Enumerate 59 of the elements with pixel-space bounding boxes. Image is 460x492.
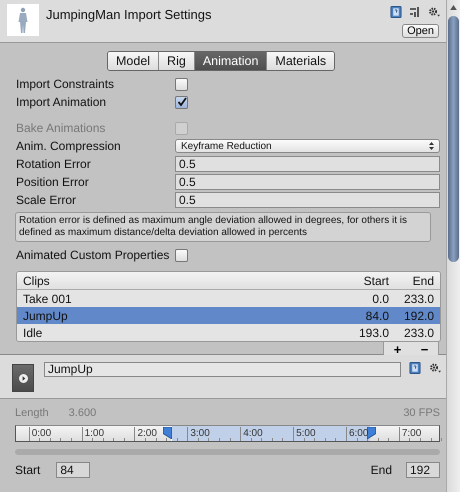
start-field[interactable]: 84 [56,462,90,478]
vertical-scrollbar[interactable] [446,0,460,492]
time-tick-label: 4:00 [240,427,263,441]
input-field[interactable]: 0.5 [175,192,440,208]
help-icon[interactable] [390,6,402,18]
checkbox[interactable] [175,78,188,90]
tab[interactable]: Model [108,52,158,70]
time-tick-label: 7:00 [398,427,422,441]
setting-label: Import Constraints [16,77,116,91]
clip-row[interactable]: JumpUp 84.0 192.0 [17,307,440,324]
tab[interactable]: Materials [266,52,334,70]
settings-icon[interactable] [429,362,441,374]
checkbox[interactable] [175,96,188,108]
input-field[interactable]: 0.5 [175,156,440,172]
compression-dropdown[interactable]: Keyframe Reduction [175,139,440,153]
setting-label: Scale Error [16,193,78,207]
updown-arrows-icon [429,142,434,150]
help-text: Rotation error is defined as maximum angle deviation allowed in degrees, for others it is defined as maximum distance/delta deviation allowed in percents [15,212,431,242]
open-button[interactable]: Open [402,24,439,38]
input-field[interactable]: 0.5 [175,174,440,190]
setting-label: Rotation Error [16,157,92,171]
tab[interactable]: Rig [158,52,194,70]
length-value: 3.600 [68,407,96,419]
end-label: End [370,463,392,477]
setting-label: Anim. Compression [16,139,122,153]
remove-button[interactable]: − [420,342,428,356]
play-icon [18,374,28,382]
character-thumbnail-icon [7,4,39,36]
sliders-icon[interactable] [409,6,421,18]
length-label: Length [15,407,49,419]
time-tick-label: 1:00 [82,427,104,441]
setting-label: Bake Animations [16,121,106,135]
help-icon[interactable] [409,362,421,374]
tab[interactable]: Animation [194,52,266,70]
clip-name-field[interactable]: JumpUp [44,362,401,377]
start-label: Start [15,463,40,477]
end-field[interactable]: 192 [406,462,440,478]
window-title: JumpingMan Import Settings [46,7,212,22]
scrollbar-thumb[interactable] [448,16,459,262]
setting-label: Import Animation [16,95,108,109]
clip-row[interactable]: Idle 193.0 233.0 [17,324,440,341]
add-button[interactable]: + [394,342,402,356]
setting-label: Position Error [16,175,90,189]
time-tick-label: 5:00 [293,427,316,441]
checkbox[interactable] [175,248,188,262]
time-tick-label: 2:00 [134,427,157,441]
fps-label: 30 FPS [403,407,440,419]
clip-row[interactable]: Take 001 0.0 233.0 [17,290,440,307]
play-button[interactable] [12,364,34,392]
column-header: End [412,274,434,288]
horizontal-scrollbar[interactable] [15,449,440,455]
up-arrow-icon[interactable] [450,5,457,10]
column-header: Clips [23,274,51,288]
range-handle[interactable] [367,427,376,439]
column-header: Start [362,274,389,288]
time-tick-label: 0:00 [28,427,52,441]
time-tick-label: 3:00 [187,427,210,441]
settings-icon[interactable] [428,6,440,18]
setting-label: Animated Custom Properties [16,248,170,262]
